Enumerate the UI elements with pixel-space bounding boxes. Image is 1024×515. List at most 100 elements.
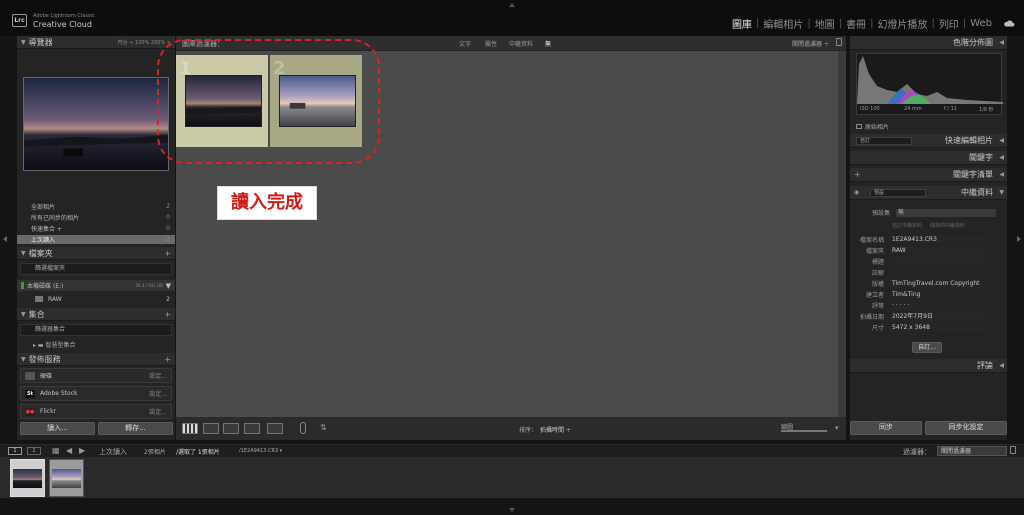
eye-icon[interactable]: ◉: [854, 189, 859, 196]
folders-header[interactable]: ▼ 檔案夾 +: [17, 247, 175, 260]
field-value[interactable]: [890, 257, 990, 266]
top-panel-toggle-icon[interactable]: [509, 3, 515, 7]
filter-tab-attribute[interactable]: 屬性: [485, 39, 497, 48]
survey-view-icon[interactable]: [244, 423, 260, 434]
field-value[interactable]: Tim&Ting: [890, 290, 990, 299]
smart-collection-row[interactable]: ▸ ▬ 智慧型集合: [33, 340, 76, 349]
photo-count: 2張相片: [144, 449, 166, 456]
module-3[interactable]: 書冊: [846, 16, 866, 31]
painter-icon[interactable]: [300, 422, 306, 434]
field-value[interactable]: 1E2A9413.CR3: [890, 235, 990, 244]
module-1[interactable]: 編輯相片: [763, 16, 803, 31]
metadata-header[interactable]: ◉ 預設 中繼資料 ▼: [850, 186, 1007, 200]
metadata-preset-dropdown[interactable]: 預設: [870, 189, 926, 197]
volume-dropdown-icon[interactable]: ▼: [166, 282, 171, 290]
back-arrow-icon[interactable]: ◀: [66, 446, 72, 455]
primary-window-button[interactable]: 1: [8, 447, 22, 455]
metadata-title: 中繼資料: [961, 188, 993, 197]
left-panel-toggle-icon[interactable]: [3, 236, 7, 242]
catalog-row[interactable]: 上次讀入 2: [17, 235, 175, 244]
import-button[interactable]: 讀入...: [20, 422, 95, 435]
toolbar-menu-icon[interactable]: ▾: [835, 424, 839, 432]
filmstrip: [0, 457, 1024, 498]
sync-settings-button[interactable]: 同步化設定: [925, 421, 1007, 435]
keyword-list-header[interactable]: + 關鍵字清單 ◀: [850, 168, 1007, 182]
collection-filter-input[interactable]: 篩選器集合: [20, 324, 172, 336]
original-photo-toggle[interactable]: 原始相片: [856, 122, 889, 131]
module-0[interactable]: 圖庫: [732, 16, 752, 31]
filmstrip-source[interactable]: 上次讀入: [99, 447, 127, 457]
publish-service-adobe-stock[interactable]: St Adobe Stock 設定...: [20, 386, 172, 401]
histogram-header[interactable]: 色階分佈圖 ◀: [850, 36, 1007, 50]
filter-preset-dropdown[interactable]: 關閉過濾器 ÷: [792, 39, 829, 48]
export-button[interactable]: 轉存...: [98, 422, 173, 435]
filter-tab-none[interactable]: 無: [545, 39, 551, 48]
secondary-window-button[interactable]: 2: [27, 447, 41, 455]
filmstrip-thumb[interactable]: [49, 459, 84, 497]
compare-view-icon[interactable]: [223, 423, 239, 434]
module-5[interactable]: 列印: [939, 16, 959, 31]
module-separator: |: [838, 17, 843, 29]
add-folder-icon[interactable]: +: [164, 249, 171, 258]
publish-settings-link[interactable]: 設定...: [149, 407, 167, 416]
catalog-row[interactable]: 快速集合 + 0: [17, 224, 175, 233]
module-6[interactable]: Web: [970, 18, 992, 29]
folder-filter-input[interactable]: 篩選檔案夾: [20, 263, 172, 275]
module-4[interactable]: 幻燈片播放: [877, 16, 927, 31]
customize-metadata-button[interactable]: 自訂...: [912, 342, 942, 353]
grid-icon[interactable]: ▦: [52, 446, 60, 455]
filmstrip-filter-dropdown[interactable]: 關閉過濾器: [937, 446, 1007, 456]
module-2[interactable]: 地圖: [815, 16, 835, 31]
people-view-icon[interactable]: [267, 423, 283, 434]
field-value[interactable]: [890, 268, 990, 277]
field-value[interactable]: 2022年7月9日: [890, 312, 990, 321]
add-publish-service-icon[interactable]: +: [164, 355, 171, 364]
grid-view-icon[interactable]: [182, 423, 198, 434]
publish-header[interactable]: ▼ 發佈服務 +: [17, 353, 175, 366]
add-collection-icon[interactable]: +: [164, 310, 171, 319]
field-value[interactable]: RAW: [890, 246, 990, 255]
forward-arrow-icon[interactable]: ▶: [79, 446, 85, 455]
publish-service-flickr[interactable]: ●● Flickr 設定...: [20, 404, 172, 419]
sort-dropdown[interactable]: 拍攝時間 ÷: [540, 425, 571, 434]
publish-service-harddrive[interactable]: 硬碟 設定...: [20, 368, 172, 383]
collapse-triangle-icon: ▼: [21, 310, 26, 318]
preset-dropdown[interactable]: 無: [896, 208, 996, 217]
collections-header[interactable]: ▼ 集合 +: [17, 308, 175, 321]
filmstrip-thumb-selected[interactable]: [10, 459, 45, 497]
field-value[interactable]: 5472 x 3648: [890, 323, 990, 332]
quick-develop-header[interactable]: 自訂 快速編輯相片 ◀: [850, 134, 1007, 148]
publish-settings-link[interactable]: 設定...: [149, 389, 167, 398]
volume-row[interactable]: 本機磁碟 (E:) 56.3 / 931 GB ▼: [17, 280, 175, 291]
comments-header[interactable]: 評論 ◀: [850, 359, 1007, 373]
grid-scrollbar[interactable]: [838, 51, 846, 417]
current-filename[interactable]: /1E2A9413.CR3 ▾: [239, 448, 282, 454]
quick-develop-preset[interactable]: 自訂: [856, 137, 912, 145]
publish-settings-link[interactable]: 設定...: [149, 371, 167, 380]
saved-metadata-tab[interactable]: 儲存的中繼資料: [930, 222, 990, 229]
lock-icon[interactable]: [836, 38, 842, 46]
thumbnail-size-slider[interactable]: [781, 430, 827, 432]
right-panel-toggle-icon[interactable]: [1017, 236, 1021, 242]
add-keyword-icon[interactable]: +: [854, 170, 861, 179]
sync-button[interactable]: 同步: [850, 421, 922, 435]
rating-stars[interactable]: · · · · ·: [890, 301, 990, 310]
catalog-row[interactable]: 所有已同步的相片 0: [17, 213, 175, 222]
loupe-view-icon[interactable]: [203, 423, 219, 434]
cloud-sync-icon[interactable]: [1003, 19, 1015, 27]
subfolder-row[interactable]: RAW 2: [17, 294, 175, 304]
filter-lock-icon[interactable]: [1010, 446, 1016, 454]
filter-tab-text[interactable]: 文字: [459, 39, 471, 48]
selected-count: /選取了 1張相片: [176, 449, 220, 456]
sort-direction-icon[interactable]: ⇅: [320, 423, 327, 432]
catalog-row[interactable]: 全部相片 2: [17, 202, 175, 211]
navigator-zoom-options[interactable]: 符合 ÷ 100% 200% ÷: [118, 39, 171, 46]
field-value[interactable]: TimTingTravel.com Copyright: [890, 279, 990, 288]
histogram-aperture: f / 11: [944, 106, 957, 112]
keywording-header[interactable]: 關鍵字 ◀: [850, 151, 1007, 165]
bottom-panel-toggle-icon[interactable]: [509, 508, 515, 512]
navigator-preview[interactable]: [23, 77, 169, 171]
volume-name: 本機磁碟 (E:): [27, 283, 64, 290]
filter-tab-metadata[interactable]: 中繼資料: [509, 39, 533, 48]
publish-title: 發佈服務: [28, 354, 61, 364]
